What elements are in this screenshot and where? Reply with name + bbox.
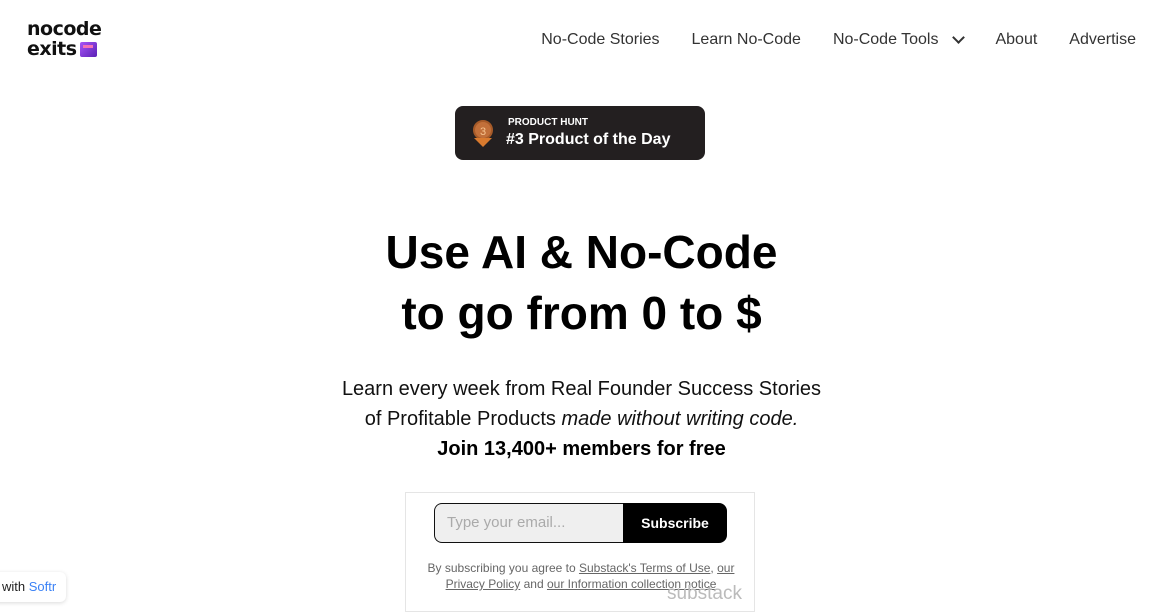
ribbon-icon bbox=[474, 138, 492, 147]
logo-line1: nocode bbox=[27, 18, 102, 40]
softr-prefix: with bbox=[2, 579, 29, 594]
terms-prefix: By subscribing you agree to bbox=[427, 561, 579, 575]
medal-icon: 3 bbox=[473, 120, 493, 140]
badge-label: PRODUCT HUNT bbox=[508, 117, 588, 128]
subtitle-line2: of Profitable Products made without writ… bbox=[0, 404, 1163, 434]
subscribe-form: Type your email... Subscribe By subscrib… bbox=[405, 492, 755, 612]
made-with-softr-badge[interactable]: with Softr bbox=[0, 572, 67, 602]
terms-link[interactable]: Substack's Terms of Use bbox=[579, 561, 710, 575]
hero-subtitle: Learn every week from Real Founder Succe… bbox=[0, 374, 1163, 464]
logo-line2: exits bbox=[27, 38, 77, 60]
nav-no-code-tools-label: No-Code Tools bbox=[832, 31, 939, 48]
book-icon bbox=[79, 42, 97, 57]
badge-title: #3 Product of the Day bbox=[506, 131, 671, 148]
terms-and: and bbox=[520, 577, 547, 591]
logo[interactable]: nocode exits bbox=[27, 18, 102, 60]
main-nav: No-Code Stories Learn No-Code No-Code To… bbox=[541, 31, 1136, 49]
subtitle-italic: made without writing code. bbox=[561, 408, 799, 430]
hero-line2: to go from 0 to $ bbox=[401, 287, 762, 339]
nav-advertise[interactable]: Advertise bbox=[1069, 31, 1136, 49]
nav-about[interactable]: About bbox=[995, 31, 1037, 49]
subscribe-button[interactable]: Subscribe bbox=[623, 503, 727, 543]
subtitle-text: of Profitable Products bbox=[364, 408, 562, 430]
chevron-down-icon bbox=[952, 31, 966, 44]
members-cta: Join 13,400+ members for free bbox=[437, 438, 726, 460]
email-input[interactable]: Type your email... bbox=[434, 503, 624, 543]
product-hunt-badge[interactable]: 3 PRODUCT HUNT #3 Product of the Day bbox=[455, 106, 705, 160]
hero-title: Use AI & No-Code to go from 0 to $ bbox=[0, 222, 1163, 344]
nav-no-code-tools[interactable]: No-Code Tools bbox=[832, 31, 966, 49]
substack-logo[interactable]: substack bbox=[667, 583, 742, 605]
subtitle-line1: Learn every week from Real Founder Succe… bbox=[341, 378, 822, 400]
nav-learn-no-code[interactable]: Learn No-Code bbox=[692, 31, 801, 49]
hero-line1: Use AI & No-Code bbox=[385, 226, 778, 278]
softr-name: Softr bbox=[28, 579, 57, 594]
nav-no-code-stories[interactable]: No-Code Stories bbox=[541, 31, 659, 49]
